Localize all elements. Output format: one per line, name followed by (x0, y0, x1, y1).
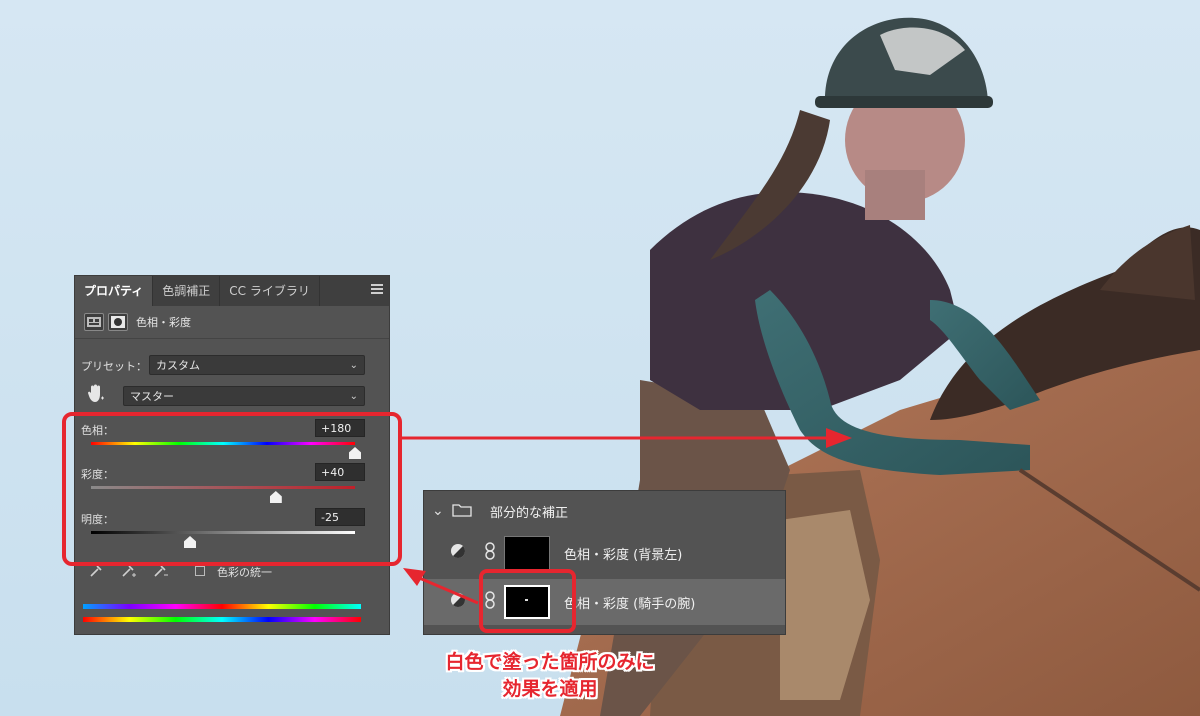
link-icon[interactable] (484, 591, 496, 613)
input-color-bar (83, 604, 361, 609)
layer-row-selected[interactable]: 色相・彩度 (騎手の腕) (424, 579, 785, 625)
layer-label: 色相・彩度 (騎手の腕) (564, 596, 696, 612)
preset-select[interactable]: カスタム ⌄ (149, 355, 365, 375)
chevron-down-icon: ⌄ (349, 360, 358, 371)
panel-menu-icon[interactable] (371, 284, 383, 298)
hue-value-field[interactable]: +180 (315, 419, 365, 437)
layer-mask-thumbnail[interactable] (504, 536, 550, 570)
hue-slider-track[interactable] (91, 442, 355, 445)
saturation-label: 彩度： (81, 468, 114, 481)
caption-line-1: 白色で塗った箇所のみに (445, 651, 655, 673)
colorize-label: 色彩の統一 (217, 566, 272, 579)
chevron-down-icon: ⌄ (349, 391, 358, 402)
preset-value: カスタム (156, 359, 200, 372)
tab-properties[interactable]: プロパティ (75, 276, 154, 306)
tab-cc-libraries[interactable]: CC ライブラリ (220, 276, 320, 306)
properties-tab-bar: プロパティ 色調補正 CC ライブラリ (75, 276, 389, 306)
layers-panel: ⌄ 部分的な補正 色相・彩度 (背景左) 色相・彩度 (騎手の腕) (423, 490, 786, 635)
output-color-bar (83, 617, 361, 622)
eyedropper-add-icon[interactable] (121, 563, 137, 582)
adjustment-header: 色相・彩度 (75, 306, 389, 339)
lightness-label: 明度： (81, 513, 114, 526)
adjustment-title: 色相・彩度 (136, 316, 191, 329)
layer-mask-thumbnail[interactable] (504, 585, 550, 619)
chevron-down-icon[interactable]: ⌄ (432, 503, 446, 519)
eyedropper-icon[interactable] (89, 563, 103, 582)
hue-label: 色相： (81, 424, 114, 437)
channel-select[interactable]: マスター ⌄ (123, 386, 365, 406)
layer-group-label: 部分的な補正 (490, 505, 569, 521)
caption-line-2: 効果を適用 (502, 678, 598, 700)
channel-value: マスター (130, 390, 174, 403)
lightness-value-field[interactable]: -25 (315, 508, 365, 526)
layer-group-row[interactable]: ⌄ 部分的な補正 (424, 491, 785, 531)
saturation-slider-track[interactable] (91, 486, 355, 489)
eyedropper-subtract-icon[interactable] (153, 563, 169, 582)
layer-row[interactable]: 色相・彩度 (背景左) (424, 533, 785, 573)
link-icon[interactable] (484, 542, 496, 564)
properties-panel: プロパティ 色調補正 CC ライブラリ 色相・彩度 プリセット： カスタム ⌄ … (74, 275, 390, 635)
tab-adjustments[interactable]: 色調補正 (153, 276, 221, 306)
lightness-slider-track[interactable] (91, 531, 355, 534)
mask-icon[interactable] (108, 313, 128, 331)
colorize-checkbox[interactable] (195, 566, 205, 576)
adjustment-circle-icon (450, 592, 466, 612)
preset-label: プリセット： (81, 360, 147, 373)
adjustment-layer-icon[interactable] (84, 313, 104, 331)
saturation-value-field[interactable]: +40 (315, 463, 365, 481)
layer-label: 色相・彩度 (背景左) (564, 547, 683, 563)
adjustment-circle-icon (450, 543, 466, 563)
folder-icon (452, 502, 472, 521)
annotation-caption: 白色で塗った箇所のみに 効果を適用 (400, 649, 700, 703)
on-image-adjust-hand-icon[interactable] (87, 384, 105, 404)
